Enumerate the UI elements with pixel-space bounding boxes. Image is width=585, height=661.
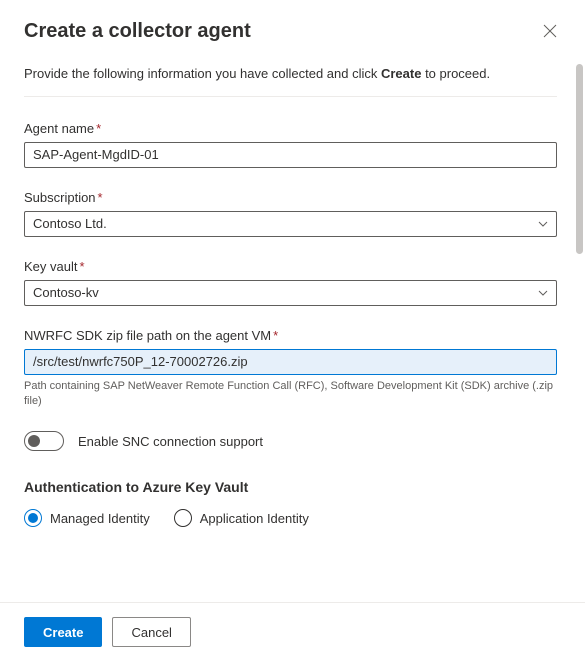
radio-icon — [174, 509, 192, 527]
intro-suffix: to proceed. — [421, 66, 490, 81]
managed-identity-label: Managed Identity — [50, 511, 150, 526]
snc-toggle-label: Enable SNC connection support — [78, 434, 263, 449]
snc-toggle[interactable] — [24, 431, 64, 451]
form-scroll-area[interactable]: Provide the following information you ha… — [24, 64, 561, 661]
intro-bold: Create — [381, 66, 421, 81]
required-indicator: * — [273, 328, 278, 343]
sdk-path-helper: Path containing SAP NetWeaver Remote Fun… — [24, 379, 557, 410]
page-title: Create a collector agent — [24, 20, 251, 43]
required-indicator: * — [96, 121, 101, 136]
intro-prefix: Provide the following information you ha… — [24, 66, 381, 81]
subscription-dropdown[interactable]: Contoso Ltd. — [24, 211, 557, 237]
application-identity-label: Application Identity — [200, 511, 309, 526]
sdk-path-label-text: NWRFC SDK zip file path on the agent VM — [24, 328, 271, 343]
create-button[interactable]: Create — [24, 617, 102, 647]
divider — [24, 96, 557, 97]
intro-text: Provide the following information you ha… — [24, 64, 557, 84]
toggle-thumb — [28, 435, 40, 447]
agent-name-label-text: Agent name — [24, 121, 94, 136]
subscription-label-text: Subscription — [24, 190, 96, 205]
sdk-path-input[interactable] — [24, 349, 557, 375]
required-indicator: * — [98, 190, 103, 205]
key-vault-label-text: Key vault — [24, 259, 77, 274]
sdk-path-label: NWRFC SDK zip file path on the agent VM* — [24, 328, 557, 343]
subscription-label: Subscription* — [24, 190, 557, 205]
key-vault-value: Contoso-kv — [33, 285, 99, 300]
agent-name-input[interactable] — [24, 142, 557, 168]
agent-name-label: Agent name* — [24, 121, 557, 136]
managed-identity-radio[interactable]: Managed Identity — [24, 509, 150, 527]
scrollbar-thumb[interactable] — [576, 64, 583, 254]
key-vault-label: Key vault* — [24, 259, 557, 274]
key-vault-dropdown[interactable]: Contoso-kv — [24, 280, 557, 306]
application-identity-radio[interactable]: Application Identity — [174, 509, 309, 527]
subscription-value: Contoso Ltd. — [33, 216, 107, 231]
auth-section-heading: Authentication to Azure Key Vault — [24, 479, 557, 495]
close-button[interactable] — [539, 20, 561, 46]
cancel-button[interactable]: Cancel — [112, 617, 190, 647]
close-icon — [543, 25, 557, 42]
radio-icon — [24, 509, 42, 527]
required-indicator: * — [79, 259, 84, 274]
